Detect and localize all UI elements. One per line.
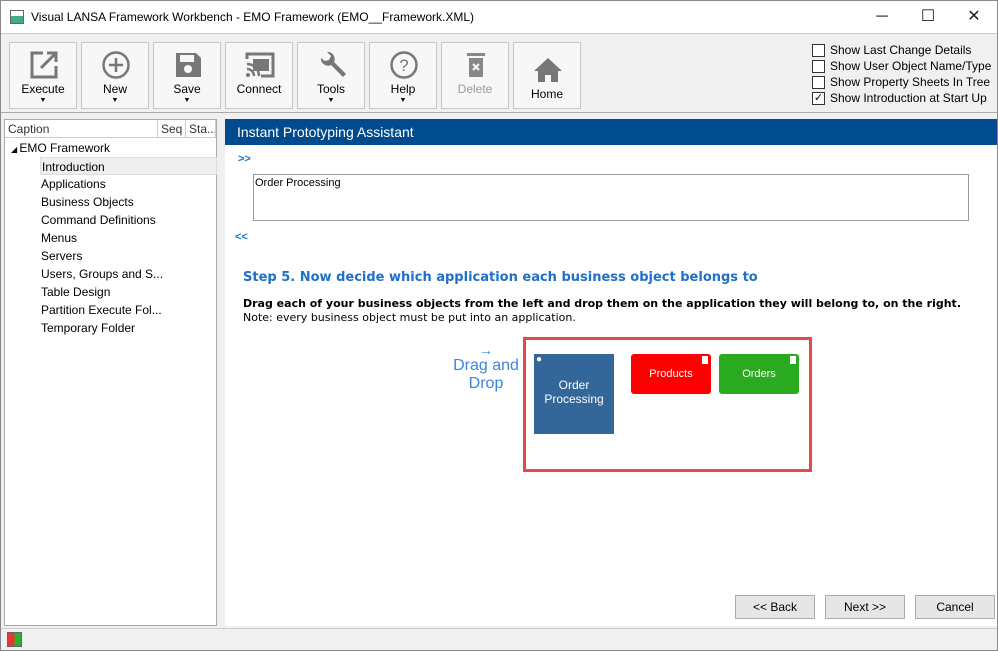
close-button[interactable]: ✕	[951, 5, 997, 29]
tree-root-label: EMO Framework	[19, 141, 111, 155]
button-label: New	[102, 82, 127, 96]
tree-item[interactable]: Menus	[40, 229, 77, 247]
framework-tree[interactable]: Caption Seq Sta... ◢ EMO Framework Intro…	[4, 119, 217, 626]
description-input[interactable]: Order Processing	[253, 174, 969, 221]
minimize-button[interactable]: ─	[859, 5, 905, 29]
new-button[interactable]: New ▼	[81, 42, 149, 109]
drag-label: Drag and Drop	[453, 357, 519, 392]
main-panel: Instant Prototyping Assistant >> Order P…	[225, 119, 997, 626]
maximize-button[interactable]: ☐	[905, 5, 951, 29]
checkbox[interactable]	[812, 43, 825, 57]
dropdown-arrow-icon[interactable]: ▼	[298, 97, 364, 104]
tree-item[interactable]: Table Design	[40, 283, 110, 301]
tree-item[interactable]: Business Objects	[40, 193, 134, 211]
tree-item[interactable]: Temporary Folder	[40, 319, 135, 337]
option-label: Show Last Change Details	[830, 43, 972, 57]
checkbox[interactable]	[812, 59, 825, 73]
help-button[interactable]: ? Help ▼	[369, 42, 437, 109]
dropdown-arrow-icon[interactable]: ▼	[82, 97, 148, 104]
button-label: Help	[390, 82, 416, 96]
checkbox[interactable]: ✓	[812, 91, 825, 105]
connect-button[interactable]: Connect	[225, 42, 293, 109]
collapse-button[interactable]: <<	[235, 231, 248, 243]
palette-icon[interactable]: ●	[536, 354, 542, 365]
object-label: Products	[649, 368, 693, 380]
title-bar: Visual LANSA Framework Workbench - EMO F…	[1, 1, 997, 33]
note-text: Note: every business object must be put …	[243, 311, 576, 324]
checkbox[interactable]	[812, 75, 825, 89]
panel-header: Instant Prototyping Assistant	[225, 119, 997, 145]
tree-item[interactable]: Applications	[40, 175, 106, 193]
back-button[interactable]: << Back	[735, 595, 815, 619]
option-checkbox[interactable]: Show Property Sheets In Tree	[812, 75, 990, 89]
app-icon	[10, 10, 24, 24]
column-caption[interactable]: Caption	[5, 120, 158, 137]
next-button[interactable]: Next >>	[825, 595, 905, 619]
application-tile[interactable]: ● Order Processing	[534, 354, 614, 434]
svg-text:?: ?	[399, 56, 408, 75]
business-object-tile[interactable]: Products	[631, 354, 711, 394]
option-label: Show User Object Name/Type	[830, 59, 992, 73]
option-checkbox[interactable]: Show User Object Name/Type	[812, 59, 991, 73]
delete-button[interactable]: Delete	[441, 42, 509, 109]
option-checkbox[interactable]: ✓ Show Introduction at Start Up	[812, 91, 987, 105]
status-icon	[7, 632, 22, 647]
dropdown-arrow-icon[interactable]: ▼	[154, 97, 220, 104]
button-label: Save	[173, 82, 201, 96]
instruction-text: Drag each of your business objects from …	[243, 297, 961, 310]
expand-button[interactable]: >>	[238, 153, 251, 165]
cancel-button[interactable]: Cancel	[915, 595, 995, 619]
drop-zone[interactable]: ● Order Processing Products Orders	[523, 337, 812, 472]
window-title: Visual LANSA Framework Workbench - EMO F…	[31, 10, 474, 24]
dropdown-arrow-icon[interactable]: ▼	[370, 97, 436, 104]
tree-item[interactable]: Introduction	[40, 157, 217, 175]
application-label: Order Processing	[544, 378, 604, 406]
button-label: Tools	[316, 82, 345, 96]
tree-item[interactable]: Command Definitions	[40, 211, 156, 229]
trash-icon[interactable]	[790, 356, 796, 364]
step-title: Step 5. Now decide which application eac…	[243, 270, 758, 285]
object-label: Orders	[742, 368, 776, 380]
home-button[interactable]: Home	[513, 42, 581, 109]
execute-button[interactable]: Execute ▼	[9, 42, 77, 109]
button-label: Home	[530, 87, 563, 101]
save-button[interactable]: Save ▼	[153, 42, 221, 109]
status-bar	[1, 628, 997, 650]
option-label: Show Introduction at Start Up	[830, 91, 987, 105]
dropdown-arrow-icon[interactable]: ▼	[10, 97, 76, 104]
tools-button[interactable]: Tools ▼	[297, 42, 365, 109]
tree-root[interactable]: ◢ EMO Framework	[10, 139, 110, 157]
column-status[interactable]: Sta...	[186, 120, 216, 137]
button-label: Delete	[457, 82, 493, 96]
business-object-tile[interactable]: Orders	[719, 354, 799, 394]
tree-item[interactable]: Servers	[40, 247, 82, 265]
button-label: Connect	[236, 82, 282, 96]
drag-hint: → Drag and Drop	[450, 343, 522, 393]
trash-icon[interactable]	[702, 356, 708, 364]
tree-item[interactable]: Users, Groups and S...	[40, 265, 163, 283]
tree-item[interactable]: Partition Execute Fol...	[40, 301, 162, 319]
toolbar: Execute ▼ New ▼ Save ▼ Connect Tools ▼? Help ▼ Dele…	[1, 33, 997, 113]
column-seq[interactable]: Seq	[158, 120, 186, 137]
option-checkbox[interactable]: Show Last Change Details	[812, 43, 971, 57]
option-label: Show Property Sheets In Tree	[830, 75, 991, 89]
arrow-right-icon: →	[479, 342, 493, 358]
button-label: Execute	[21, 82, 65, 96]
